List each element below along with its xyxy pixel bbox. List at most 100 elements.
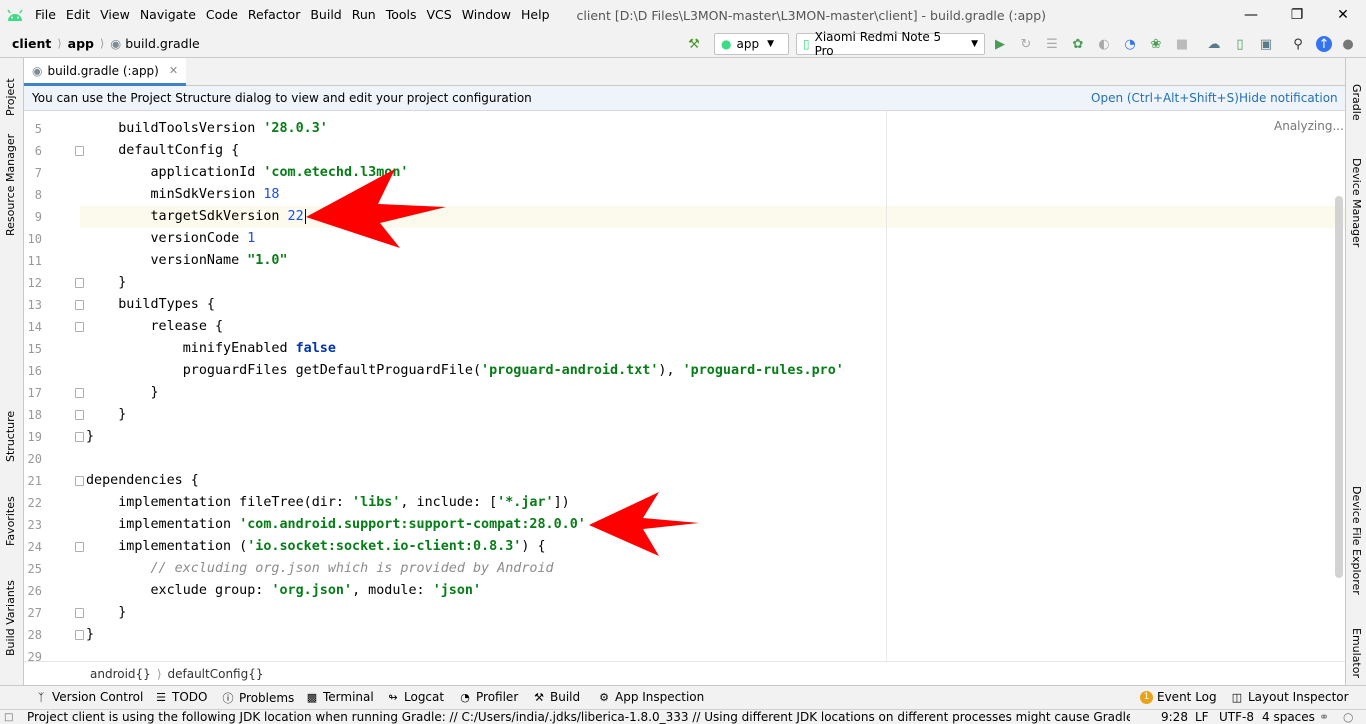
fold-marker-icon[interactable] xyxy=(75,300,84,310)
menu-help[interactable]: Help xyxy=(516,0,555,30)
apply-code-changes-icon[interactable]: ☰ xyxy=(1044,36,1060,52)
device-manager-icon[interactable]: ▯ xyxy=(1232,36,1248,52)
build-button[interactable]: ⚒ Build xyxy=(532,690,580,704)
fold-marker-icon[interactable] xyxy=(75,322,84,332)
fold-marker-icon[interactable] xyxy=(75,542,84,552)
version-control-button[interactable]: ᛉ Version Control xyxy=(34,690,144,704)
project-tool-label: Project xyxy=(4,78,17,116)
line-number: 13 xyxy=(27,298,42,312)
minimize-icon[interactable]: — xyxy=(1228,0,1274,30)
search-icon[interactable]: ⚲ xyxy=(1290,36,1306,52)
gradle-tool-button[interactable]: Gradle xyxy=(1350,84,1363,121)
coverage-icon[interactable]: ◐ xyxy=(1096,36,1112,52)
menu-run[interactable]: Run xyxy=(347,0,381,30)
apply-changes-icon[interactable]: ↻ xyxy=(1018,36,1034,52)
open-project-structure-link[interactable]: Open (Ctrl+Alt+Shift+S) xyxy=(1091,91,1239,105)
fold-marker-icon[interactable] xyxy=(75,278,84,288)
fold-marker-icon[interactable] xyxy=(75,432,84,442)
event-count-badge: 1 xyxy=(1140,690,1153,704)
caret-position[interactable]: 9:28 xyxy=(1161,710,1188,724)
inspection-status-icon[interactable]: ○ xyxy=(1343,710,1353,724)
menu-edit[interactable]: Edit xyxy=(61,0,95,30)
code-line: versionCode 1 xyxy=(86,228,255,250)
fold-marker-icon[interactable] xyxy=(75,410,84,420)
code-token: targetSdkVersion xyxy=(86,209,288,224)
account-icon[interactable]: ● xyxy=(1340,36,1356,52)
profile-icon[interactable]: ◔ xyxy=(1122,36,1138,52)
status-message[interactable]: Project client is using the following JD… xyxy=(27,710,1130,724)
fold-marker-icon[interactable] xyxy=(75,388,84,398)
attach-debugger-icon[interactable]: ❀ xyxy=(1148,36,1164,52)
device-file-explorer-tool-button[interactable]: Device File Explorer xyxy=(1350,486,1363,595)
menu-window[interactable]: Window xyxy=(457,0,516,30)
close-icon[interactable]: ✕ xyxy=(1320,0,1366,30)
file-encoding[interactable]: UTF-8 xyxy=(1219,710,1254,724)
breadcrumb-android[interactable]: android{} xyxy=(90,667,151,681)
project-tool-button[interactable]: Project xyxy=(4,78,17,116)
line-number: 8 xyxy=(34,188,42,202)
event-log-button[interactable]: 1 Event Log xyxy=(1140,690,1217,704)
logcat-label: Logcat xyxy=(404,690,445,704)
line-separator[interactable]: LF xyxy=(1195,710,1209,724)
fold-marker-icon[interactable] xyxy=(75,630,84,640)
menu-navigate[interactable]: Navigate xyxy=(135,0,201,30)
hide-notification-link[interactable]: Hide notification xyxy=(1239,91,1338,105)
code-editor[interactable]: 5 6 7 8 9 10 11 12 13 14 15 16 17 18 19 20 21 22 23 24 25 26 2… xyxy=(24,111,1345,661)
tab-build-gradle[interactable]: ◉ build.gradle (:app) ✕ xyxy=(24,58,187,86)
build-variants-tool-button[interactable]: Build Variants xyxy=(4,580,17,656)
menu-view[interactable]: View xyxy=(95,0,135,30)
todo-button[interactable]: ☰ TODO xyxy=(154,690,207,704)
resource-manager-tool-button[interactable]: Resource Manager xyxy=(4,134,17,236)
code-token: implementation ( xyxy=(86,539,248,554)
device-dropdown[interactable]: ▯ Xiaomi Redmi Note 5 Pro ▼ xyxy=(796,30,985,58)
fold-marker-icon[interactable] xyxy=(75,608,84,618)
line-number: 17 xyxy=(27,386,42,400)
device-manager-tool-button[interactable]: Device Manager xyxy=(1350,158,1363,247)
run-icon[interactable]: ▶ xyxy=(992,36,1008,52)
profiler-label: Profiler xyxy=(476,690,519,704)
navigation-bar: client ⟩ app ⟩ ◉ build.gradle ⚒ ● app ▼ … xyxy=(0,30,1366,58)
structure-tool-button[interactable]: Structure xyxy=(4,411,17,462)
code-line: implementation 'com.android.support:supp… xyxy=(86,514,586,536)
nav-crumb-app[interactable]: app xyxy=(68,36,94,51)
stop-icon[interactable]: ■ xyxy=(1174,36,1190,52)
chevron-right-icon: ⟩ xyxy=(57,37,62,50)
gradle-sync-icon[interactable]: ☁ xyxy=(1206,36,1222,52)
lock-icon[interactable]: ⚭ xyxy=(1319,710,1329,724)
close-tab-icon[interactable]: ✕ xyxy=(169,64,178,77)
nav-crumb-file[interactable]: build.gradle xyxy=(125,36,200,51)
line-number: 16 xyxy=(27,364,42,378)
app-inspection-button[interactable]: ⚙ App Inspection xyxy=(597,690,704,704)
menu-code[interactable]: Code xyxy=(201,0,243,30)
sdk-manager-icon[interactable]: ▣ xyxy=(1258,36,1274,52)
hammer-build-icon[interactable]: ⚒ xyxy=(686,36,702,52)
editor-scrollbar[interactable] xyxy=(1335,196,1343,578)
line-number: 18 xyxy=(27,408,42,422)
problems-button[interactable]: ⓘ Problems xyxy=(221,690,295,706)
line-number: 21 xyxy=(27,474,42,488)
code-token: exclude group: xyxy=(86,583,272,598)
logcat-button[interactable]: ↬ Logcat xyxy=(386,690,444,704)
indent-setting[interactable]: 4 spaces xyxy=(1262,710,1315,724)
nav-crumb-client[interactable]: client xyxy=(12,36,51,51)
layout-inspector-button[interactable]: ◫ Layout Inspector xyxy=(1230,690,1349,704)
emulator-tool-button[interactable]: Emulator xyxy=(1350,628,1363,678)
fold-marker-icon[interactable] xyxy=(75,476,84,486)
update-icon[interactable]: ↑ xyxy=(1316,36,1332,52)
menu-build[interactable]: Build xyxy=(305,0,346,30)
terminal-button[interactable]: ▩ Terminal xyxy=(305,690,374,704)
debug-icon[interactable]: ✿ xyxy=(1070,36,1086,52)
run-config-dropdown[interactable]: ● app ▼ xyxy=(714,33,789,55)
favorites-tool-button[interactable]: Favorites xyxy=(4,496,17,546)
menu-refactor[interactable]: Refactor xyxy=(243,0,305,30)
menu-file[interactable]: File xyxy=(30,0,61,30)
profiler-button[interactable]: ◔ Profiler xyxy=(458,690,518,704)
code-line: buildTypes { xyxy=(86,294,215,316)
menu-tools[interactable]: Tools xyxy=(381,0,422,30)
fold-marker-icon[interactable] xyxy=(75,146,84,156)
breadcrumb-defaultconfig[interactable]: defaultConfig{} xyxy=(168,667,264,681)
menu-vcs[interactable]: VCS xyxy=(422,0,457,30)
restore-icon[interactable]: ❐ xyxy=(1274,0,1320,30)
line-number: 28 xyxy=(27,628,42,642)
status-toggle-icon[interactable]: □ xyxy=(4,710,13,724)
